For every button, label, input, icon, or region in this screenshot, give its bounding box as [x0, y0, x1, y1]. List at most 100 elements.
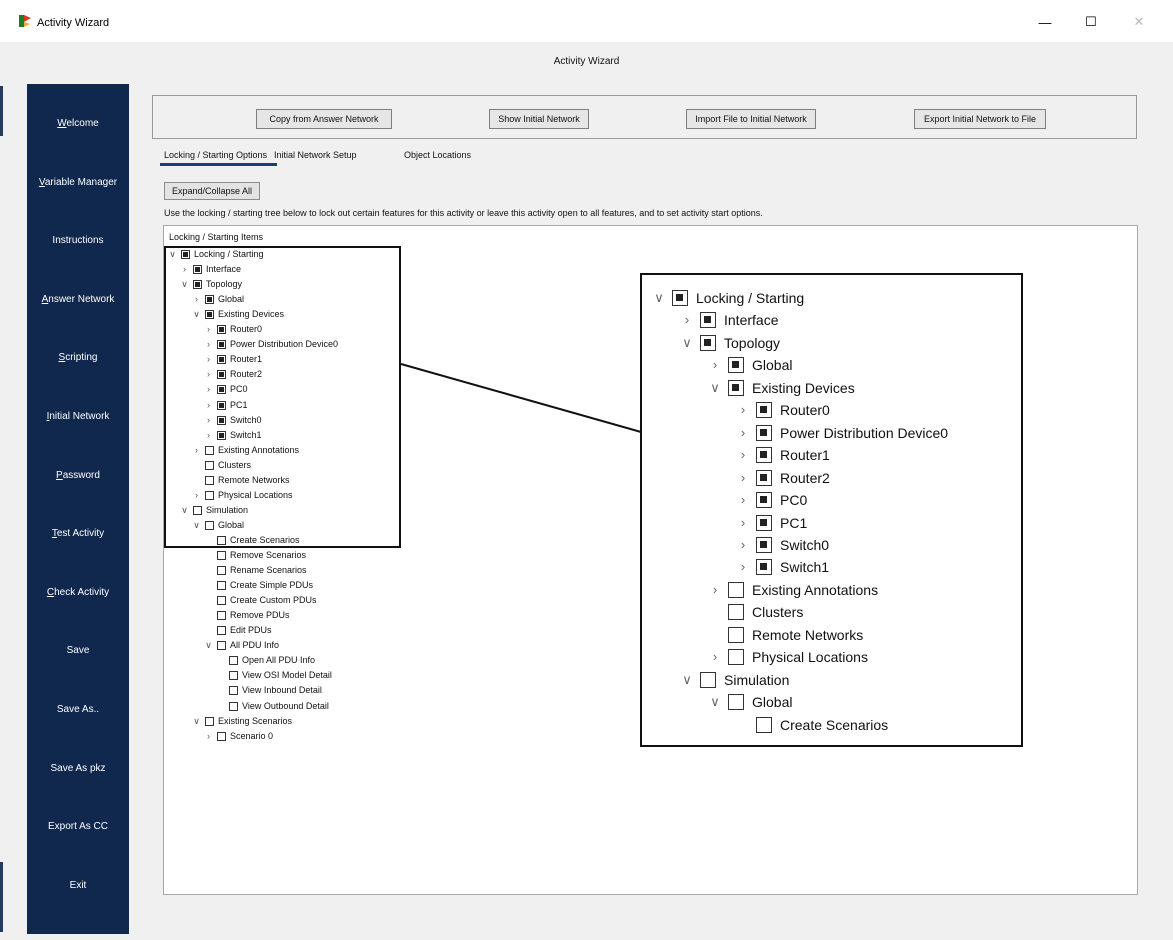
chevron-right-icon[interactable]: ›	[706, 355, 724, 375]
import-file-button[interactable]: Import File to Initial Network	[686, 109, 816, 129]
tree-checkbox[interactable]	[756, 424, 772, 441]
tree-checkbox[interactable]	[700, 671, 716, 688]
tree-node-simulation[interactable]: ∨ Simulation	[678, 670, 789, 690]
tree-node-view-inbound-detail[interactable]: View Inbound Detail	[215, 685, 322, 696]
chevron-down-icon[interactable]: ∨	[678, 333, 696, 353]
chevron-right-icon[interactable]: ›	[734, 490, 752, 510]
tree-checkbox[interactable]	[756, 536, 772, 553]
tree-checkbox[interactable]	[756, 716, 772, 733]
tree-node-create-scenarios[interactable]: Create Scenarios	[734, 715, 888, 735]
sidebar-item-scripting[interactable]: Scripting	[27, 352, 129, 363]
tree-node-remove-pdus[interactable]: Remove PDUs	[203, 610, 290, 621]
chevron-right-icon[interactable]: ›	[706, 580, 724, 600]
tree-node-edit-pdus[interactable]: Edit PDUs	[203, 625, 272, 636]
chevron-right-icon[interactable]: ›	[734, 513, 752, 533]
tree-checkbox[interactable]	[217, 596, 226, 606]
tab-locking-starting-options[interactable]: Locking / Starting Options	[159, 150, 278, 166]
tree-checkbox[interactable]	[229, 656, 238, 666]
chevron-down-icon[interactable]: ∨	[203, 640, 214, 651]
tree-checkbox[interactable]	[672, 290, 688, 306]
chevron-right-icon[interactable]: ›	[734, 400, 752, 420]
minimize-button[interactable]: —	[1030, 10, 1060, 34]
close-button[interactable]: ✕	[1124, 10, 1154, 34]
tree-checkbox[interactable]	[217, 611, 226, 621]
tree-node-rename-scenarios[interactable]: Rename Scenarios	[203, 565, 307, 576]
tree-node-existing-annotations[interactable]: › Existing Annotations	[706, 580, 878, 600]
chevron-right-icon[interactable]: ›	[734, 468, 752, 488]
sidebar-item-save-as[interactable]: Save As..	[27, 704, 129, 715]
tree-node-global[interactable]: › Global	[706, 355, 792, 375]
tree-node-router2[interactable]: › Router2	[734, 468, 830, 488]
tree-node-remove-scenarios[interactable]: Remove Scenarios	[203, 550, 306, 561]
maximize-button[interactable]: ☐	[1076, 10, 1106, 34]
chevron-right-icon[interactable]: ›	[734, 535, 752, 555]
sidebar-item-initial-network[interactable]: Initial Network	[27, 411, 129, 422]
chevron-right-icon[interactable]: ›	[678, 310, 696, 330]
tree-node-view-outbound-detail[interactable]: View Outbound Detail	[215, 701, 329, 712]
tree-node-view-osi-model-detail[interactable]: View OSI Model Detail	[215, 670, 332, 681]
chevron-down-icon[interactable]: ∨	[706, 378, 724, 398]
tree-checkbox[interactable]	[229, 686, 238, 696]
tree-node-locking-starting[interactable]: ∨ Locking / Starting	[650, 288, 804, 308]
tree-checkbox[interactable]	[229, 671, 238, 681]
tree-checkbox[interactable]	[229, 701, 238, 711]
tree-checkbox[interactable]	[217, 551, 226, 560]
tree-node-topology[interactable]: ∨ Topology	[678, 333, 780, 353]
tree-node-pc0[interactable]: › PC0	[734, 490, 807, 510]
tree-node-switch1[interactable]: › Switch1	[734, 557, 829, 577]
tree-node-router0[interactable]: › Router0	[734, 400, 830, 420]
sidebar-item-answer-network[interactable]: Answer Network	[27, 294, 129, 305]
tree-checkbox[interactable]	[756, 402, 772, 419]
tree-node-power-distribution-device0[interactable]: › Power Distribution Device0	[734, 423, 948, 443]
tree-node-create-custom-pdus[interactable]: Create Custom PDUs	[203, 595, 317, 606]
tree-node-open-all-pdu-info[interactable]: Open All PDU Info	[215, 655, 315, 666]
tree-checkbox[interactable]	[728, 604, 744, 621]
tree-checkbox[interactable]	[217, 731, 226, 741]
tree-checkbox[interactable]	[728, 626, 744, 643]
tree-node-clusters[interactable]: Clusters	[706, 602, 803, 622]
sidebar-item-exit[interactable]: Exit	[27, 880, 129, 891]
tree-node-all-pdu-info[interactable]: ∨ All PDU Info	[203, 640, 279, 651]
sidebar-item-save-as-pkz[interactable]: Save As pkz	[27, 763, 129, 774]
expand-collapse-all-button[interactable]: Expand/Collapse All	[164, 182, 260, 200]
sidebar-item-check-activity[interactable]: Check Activity	[27, 587, 129, 598]
tree-checkbox[interactable]	[728, 379, 744, 396]
tree-checkbox[interactable]	[756, 559, 772, 576]
sidebar-item-save[interactable]: Save	[27, 645, 129, 656]
sidebar-item-variable-manager[interactable]: Variable Manager	[27, 177, 129, 188]
tree-checkbox[interactable]	[756, 514, 772, 531]
chevron-right-icon[interactable]: ›	[734, 557, 752, 577]
tree-checkbox[interactable]	[756, 469, 772, 486]
tree-checkbox[interactable]	[728, 357, 744, 374]
chevron-down-icon[interactable]: ∨	[650, 288, 668, 308]
tree-checkbox[interactable]	[728, 581, 744, 598]
chevron-right-icon[interactable]: ›	[203, 731, 214, 742]
tree-node-remote-networks[interactable]: Remote Networks	[706, 625, 863, 645]
sidebar-item-welcome[interactable]: Welcome	[27, 118, 129, 129]
tree-node-existing-scenarios[interactable]: ∨ Existing Scenarios	[191, 716, 292, 727]
tree-checkbox[interactable]	[217, 581, 226, 591]
chevron-down-icon[interactable]: ∨	[706, 692, 724, 712]
tree-checkbox[interactable]	[700, 312, 716, 329]
tree-checkbox[interactable]	[217, 641, 226, 651]
sidebar-item-test-activity[interactable]: Test Activity	[27, 528, 129, 539]
tree-node-physical-locations[interactable]: › Physical Locations	[706, 647, 868, 667]
chevron-right-icon[interactable]: ›	[706, 647, 724, 667]
chevron-right-icon[interactable]: ›	[734, 445, 752, 465]
tree-node-pc1[interactable]: › PC1	[734, 513, 807, 533]
tree-node-switch0[interactable]: › Switch0	[734, 535, 829, 555]
tab-initial-network-setup[interactable]: Initial Network Setup	[274, 150, 357, 160]
chevron-down-icon[interactable]: ∨	[678, 670, 696, 690]
export-initial-network-button[interactable]: Export Initial Network to File	[914, 109, 1046, 129]
tree-checkbox[interactable]	[728, 649, 744, 666]
tree-checkbox[interactable]	[756, 492, 772, 509]
tree-checkbox[interactable]	[756, 447, 772, 464]
tab-object-locations[interactable]: Object Locations	[404, 150, 471, 160]
chevron-right-icon[interactable]: ›	[734, 423, 752, 443]
tree-checkbox[interactable]	[217, 566, 226, 576]
tree-node-scenario-0[interactable]: › Scenario 0	[203, 731, 273, 742]
tree-checkbox[interactable]	[217, 626, 226, 636]
tree-checkbox[interactable]	[728, 694, 744, 711]
tree-node-global[interactable]: ∨ Global	[706, 692, 792, 712]
tree-node-existing-devices[interactable]: ∨ Existing Devices	[706, 378, 855, 398]
